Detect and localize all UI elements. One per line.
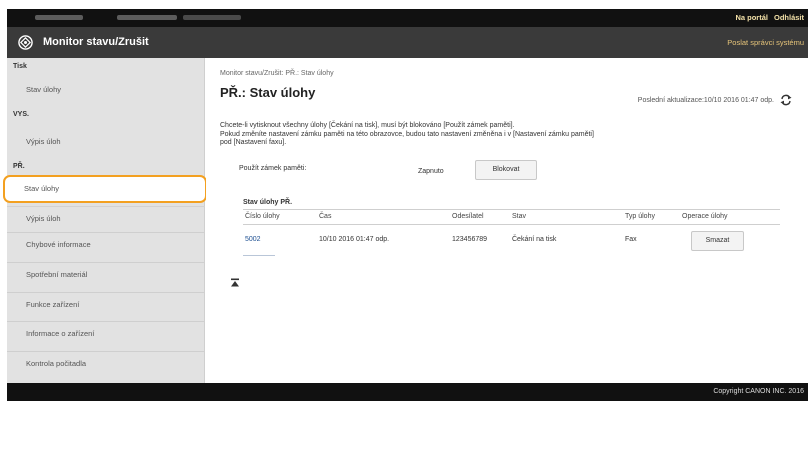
column-header: Stav [512, 213, 527, 220]
sidebar-item-label: Stav úlohy [24, 184, 60, 193]
job-number-link[interactable]: 5002 [245, 236, 261, 243]
app-title: Monitor stavu/Zrušit [43, 36, 149, 48]
column-header: Operace úlohy [682, 213, 728, 220]
title-bar: Monitor stavu/Zrušit Poslat správci syst… [7, 27, 808, 58]
divider [243, 224, 780, 225]
sidebar-item-device-info[interactable]: Informace o zařízení [7, 321, 205, 345]
block-button[interactable]: Blokovat [475, 160, 537, 180]
refresh-icon[interactable] [780, 94, 792, 106]
sidebar-item-receive-log[interactable]: Výpis úloh [7, 206, 205, 230]
blurred-text [117, 15, 177, 20]
sidebar-heading-receive: PŘ. [13, 163, 25, 170]
last-update: Poslední aktualizace:10/10 2016 01:47 od… [638, 94, 792, 106]
memory-lock-value: Zapnuto [418, 168, 444, 175]
blurred-text [35, 15, 83, 20]
page-title: PŘ.: Stav úlohy [220, 85, 316, 100]
column-header: Odesílatel [452, 213, 484, 220]
sidebar: Tisk Stav úlohy VYS. Výpis úloh PŘ. Výpi… [7, 58, 205, 383]
to-top-icon[interactable] [230, 278, 240, 287]
blurred-text [183, 15, 241, 20]
sidebar-item-print-status[interactable]: Stav úlohy [7, 78, 205, 102]
job-type: Fax [625, 236, 637, 243]
delete-button[interactable]: Smazat [691, 231, 744, 251]
job-sender: 123456789 [452, 236, 488, 243]
logout-link[interactable]: Odhlásit [774, 13, 804, 22]
memory-lock-label: Použít zámek paměti: [239, 165, 307, 172]
sysadmin-link[interactable]: Poslat správci systému [727, 38, 804, 47]
main-content: Monitor stavu/Zrušit: PŘ.: Stav úlohy PŘ… [206, 58, 808, 383]
description-line: pod [Nastavení faxu]. [220, 139, 287, 146]
sidebar-item-device-features[interactable]: Funkce zařízení [7, 292, 205, 316]
canon-logo-icon [18, 35, 33, 50]
job-time: 10/10 2016 01:47 odp. [319, 236, 390, 243]
description: Chcete-li vytisknout všechny úlohy [Čeká… [220, 122, 805, 148]
column-header: Číslo úlohy [245, 213, 280, 220]
row-underline [243, 255, 275, 256]
top-links: Na portál Odhlásit [729, 13, 804, 22]
portal-link[interactable]: Na portál [735, 13, 768, 22]
table-title: Stav úlohy PŘ. [243, 199, 293, 206]
sidebar-item-receive-status[interactable]: Stav úlohy [3, 175, 207, 203]
last-update-text: Poslední aktualizace:10/10 2016 01:47 od… [637, 96, 774, 104]
divider [243, 209, 780, 210]
sidebar-heading-send: VYS. [13, 111, 29, 118]
sidebar-item-send-log[interactable]: Výpis úloh [7, 130, 205, 154]
column-header: Typ úlohy [625, 213, 655, 220]
copyright: Copyright CANON INC. 2016 [713, 388, 804, 395]
description-line: Chcete-li vytisknout všechny úlohy [Čeká… [220, 122, 515, 129]
job-status: Čekání na tisk [512, 236, 557, 243]
sidebar-item-counter-check[interactable]: Kontrola počitadla [7, 351, 205, 375]
column-header: Čas [319, 213, 332, 220]
breadcrumb: Monitor stavu/Zrušit: PŘ.: Stav úlohy [220, 70, 334, 77]
top-bar: Na portál Odhlásit [7, 9, 808, 27]
sidebar-item-consumables[interactable]: Spotřební materiál [7, 262, 205, 286]
footer: Copyright CANON INC. 2016 [7, 383, 808, 401]
description-line: Pokud změníte nastavení zámku paměti na … [220, 130, 594, 138]
sidebar-item-error-info[interactable]: Chybové informace [7, 232, 205, 256]
sidebar-heading-print: Tisk [13, 63, 27, 70]
